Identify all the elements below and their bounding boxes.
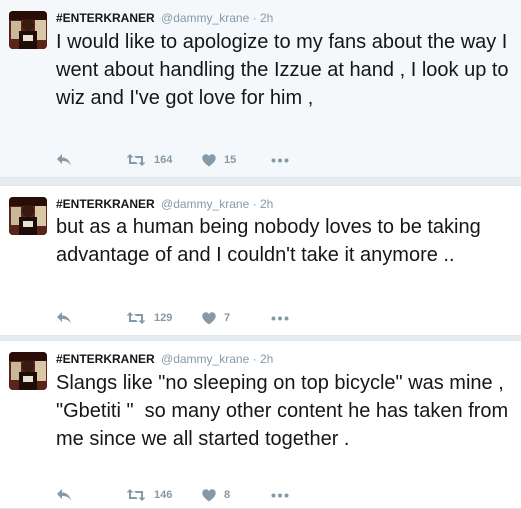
display-name[interactable]: #ENTERKRANER (56, 352, 155, 366)
user-handle[interactable]: @dammy_krane (161, 11, 249, 25)
heart-icon (202, 153, 216, 167)
reply-icon (56, 311, 72, 325)
timestamp[interactable]: 2h (260, 197, 273, 211)
reply-button[interactable] (56, 310, 72, 326)
more-dots-icon (271, 493, 289, 498)
separator-dot: · (252, 197, 257, 211)
tweet-header: #ENTERKRANER @dammy_krane · 2h (56, 10, 273, 26)
retweet-count: 146 (154, 489, 173, 501)
more-button[interactable] (271, 487, 289, 503)
timestamp[interactable]: 2h (260, 352, 273, 366)
tweet[interactable]: #ENTERKRANER @dammy_krane · 2h Slangs li… (0, 340, 521, 509)
retweet-button[interactable]: 164 (126, 152, 172, 168)
separator-dot: · (252, 11, 257, 25)
like-count: 15 (224, 154, 237, 166)
avatar[interactable] (9, 11, 47, 49)
tweet[interactable]: #ENTERKRANER @dammy_krane · 2h but as a … (0, 185, 521, 336)
tweet[interactable]: #ENTERKRANER @dammy_krane · 2h I would l… (0, 0, 521, 178)
more-dots-icon (271, 158, 289, 163)
reply-icon (56, 488, 72, 502)
like-button[interactable]: 7 (202, 310, 230, 326)
more-button[interactable] (271, 310, 289, 326)
retweet-button[interactable]: 146 (126, 487, 172, 503)
heart-icon (202, 311, 216, 325)
tweet-text: Slangs like "no sleeping on top bicycle"… (56, 372, 514, 450)
retweet-button[interactable]: 129 (126, 310, 172, 326)
tweet-header: #ENTERKRANER @dammy_krane · 2h (56, 351, 273, 367)
timestamp[interactable]: 2h (260, 11, 273, 25)
like-button[interactable]: 15 (202, 152, 236, 168)
reply-button[interactable] (56, 152, 72, 168)
retweet-icon (126, 153, 146, 167)
retweet-icon (126, 311, 146, 325)
tweet-text: but as a human being nobody loves to be … (56, 216, 487, 266)
tweet-header: #ENTERKRANER @dammy_krane · 2h (56, 196, 273, 212)
like-count: 8 (224, 489, 231, 501)
retweet-count: 164 (154, 154, 173, 166)
display-name[interactable]: #ENTERKRANER (56, 197, 155, 211)
retweet-count: 129 (154, 312, 173, 324)
display-name[interactable]: #ENTERKRANER (56, 11, 155, 25)
reply-icon (56, 153, 72, 167)
reply-button[interactable] (56, 487, 72, 503)
avatar[interactable] (9, 352, 47, 390)
user-handle[interactable]: @dammy_krane (161, 197, 249, 211)
tweet-text: I would like to apologize to my fans abo… (56, 31, 515, 109)
heart-icon (202, 488, 216, 502)
retweet-icon (126, 488, 146, 502)
user-handle[interactable]: @dammy_krane (161, 352, 249, 366)
avatar[interactable] (9, 197, 47, 235)
separator-dot: · (252, 352, 257, 366)
more-dots-icon (271, 316, 289, 321)
like-button[interactable]: 8 (202, 487, 230, 503)
more-button[interactable] (271, 152, 289, 168)
like-count: 7 (224, 312, 231, 324)
